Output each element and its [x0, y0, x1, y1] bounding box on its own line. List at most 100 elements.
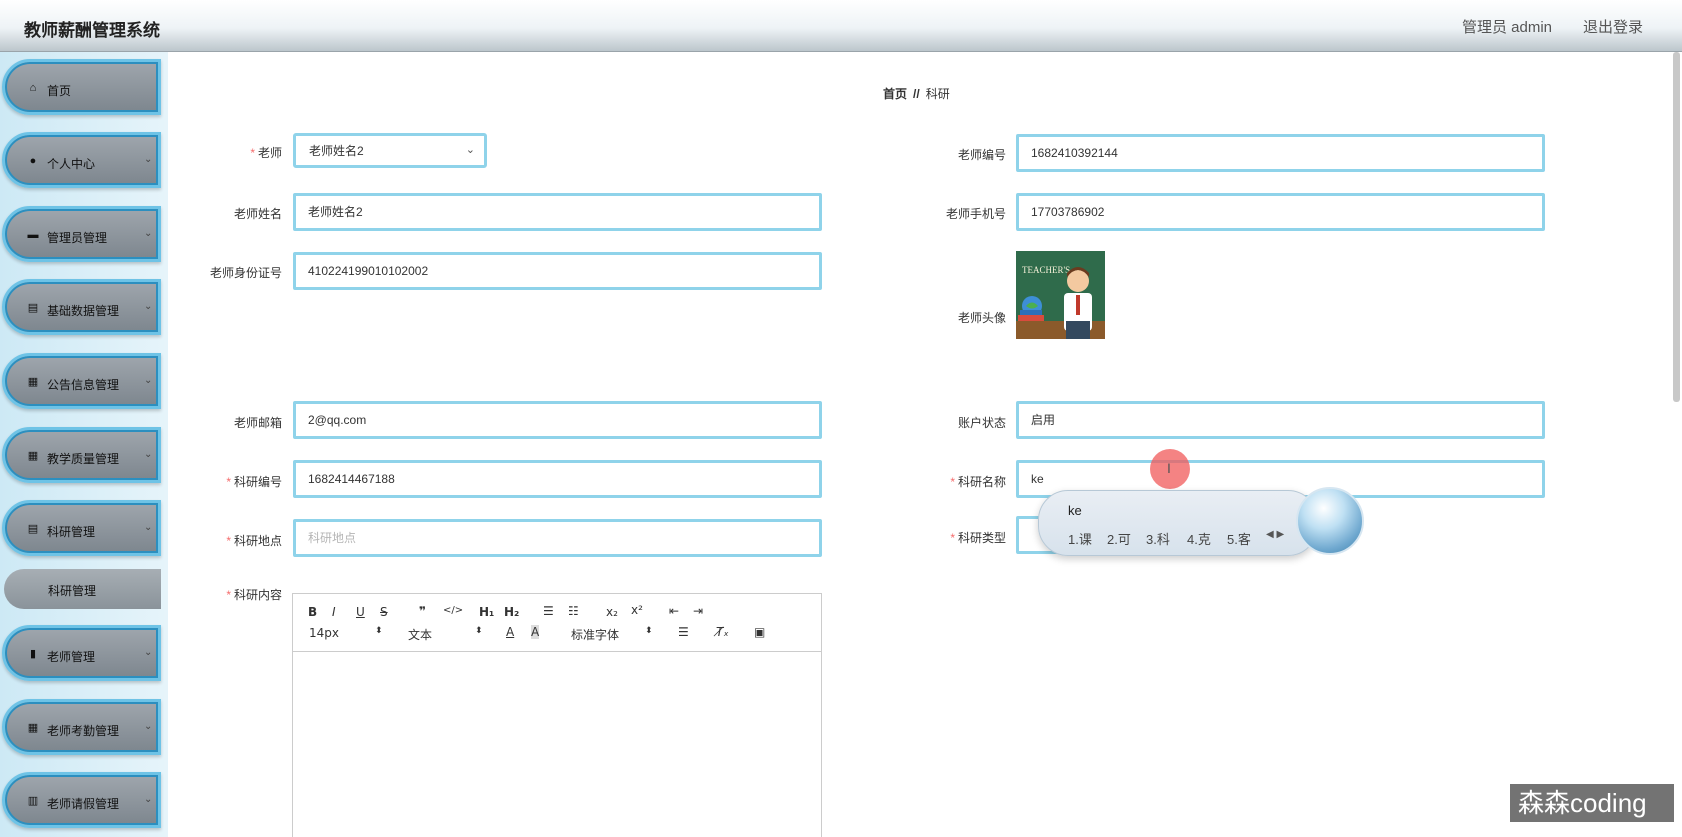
bold-icon[interactable]: B — [308, 605, 317, 619]
chevron-down-icon: ⌄ — [144, 721, 153, 732]
sidebar-item-personal-center[interactable]: ● 个人中心 ⌄ — [2, 132, 161, 188]
sidebar-item-label: 教学质量管理 — [47, 452, 120, 466]
heading2-icon[interactable]: H₂ — [504, 605, 519, 619]
font-family-select[interactable]: 标准字体 — [571, 626, 619, 643]
grid-icon: ▦ — [27, 376, 39, 388]
strike-icon[interactable]: S — [380, 605, 388, 619]
superscript-icon[interactable]: x² — [631, 603, 643, 617]
account-status-field[interactable]: 启用 — [1016, 401, 1545, 439]
teacher-email-field[interactable]: 2@qq.com — [293, 401, 822, 439]
editor-toolbar: B I U S ❞ </> H₁ H₂ ☰ ☷ x₂ x² ⇤ ⇥ 14px ⬍… — [293, 594, 821, 652]
research-type-label: * 科研类型 — [950, 531, 1006, 545]
background-color-icon[interactable]: A — [531, 625, 540, 639]
research-content-editor[interactable]: B I U S ❞ </> H₁ H₂ ☰ ☷ x₂ x² ⇤ ⇥ 14px ⬍… — [292, 593, 822, 837]
teacher-name-label: 老师姓名 — [233, 207, 282, 221]
teacher-phone-field[interactable]: 17703786902 — [1016, 193, 1545, 231]
ime-logo-icon — [1296, 487, 1364, 555]
svg-text:TEACHER'S: TEACHER'S — [1022, 265, 1070, 275]
top-header: 教师薪酬管理系统 管理员 admin 退出登录 — [0, 0, 1682, 52]
code-icon[interactable]: </> — [443, 605, 463, 616]
teacher-id-field[interactable]: 410224199010102002 — [293, 252, 822, 290]
blockquote-icon[interactable]: ❞ — [419, 604, 426, 618]
ime-panel: ke 1.课 2.可 3.科 4.克 5.客 ◀ ▶ — [1038, 490, 1318, 556]
vertical-scrollbar[interactable] — [1673, 52, 1680, 402]
briefcase-icon: ▬ — [27, 229, 39, 241]
research-name-label: * 科研名称 — [950, 475, 1006, 489]
research-no-field[interactable]: 1682414467188 — [293, 460, 822, 498]
sidebar-item-label: 老师请假管理 — [47, 797, 120, 811]
sidebar-item-attendance[interactable]: ▦ 老师考勤管理 ⌄ — [2, 699, 161, 755]
sidebar-item-teacher-management[interactable]: ▮ 老师管理 ⌄ — [2, 625, 161, 681]
teacher-select[interactable]: 老师姓名2 ⌄ — [293, 133, 487, 168]
font-size-select[interactable]: 14px — [309, 626, 339, 640]
sidebar-item-basic-data[interactable]: ▤ 基础数据管理 ⌄ — [2, 279, 161, 335]
teacher-select-value: 老师姓名2 — [309, 144, 364, 158]
clear-format-icon[interactable]: T̸ₓ — [716, 625, 729, 639]
chevron-down-icon: ⌄ — [144, 228, 153, 239]
chevron-updown-icon: ⬍ — [645, 626, 653, 636]
sidebar-item-label: 首页 — [47, 84, 72, 98]
ime-candidate[interactable]: 2.可 — [1107, 529, 1131, 548]
outdent-icon[interactable]: ⇤ — [669, 604, 679, 618]
chevron-down-icon: ⌄ — [144, 301, 153, 312]
sidebar-item-home[interactable]: ⌂ 首页 — [2, 59, 161, 115]
breadcrumb-current: 科研 — [925, 87, 950, 101]
sidebar-item-research[interactable]: ▤ 科研管理 ⌄ — [2, 500, 161, 556]
ime-candidate[interactable]: 5.客 — [1227, 529, 1251, 548]
indent-icon[interactable]: ⇥ — [693, 604, 703, 618]
heading1-icon[interactable]: H₁ — [479, 605, 494, 619]
teacher-phone-label: 老师手机号 — [945, 207, 1006, 221]
research-no-label: * 科研编号 — [226, 475, 282, 489]
align-icon[interactable]: ☰ — [678, 625, 689, 639]
sidebar-item-label: 老师管理 — [47, 650, 96, 664]
sidebar-item-label: 个人中心 — [47, 157, 96, 171]
ime-candidate-popup: ke 1.课 2.可 3.科 4.克 5.客 ◀ ▶ — [1038, 487, 1364, 558]
ime-candidate[interactable]: 4.克 — [1187, 529, 1211, 548]
ime-candidate[interactable]: 3.科 — [1146, 529, 1170, 548]
logout-link[interactable]: 退出登录 — [1583, 16, 1643, 37]
subscript-icon[interactable]: x₂ — [606, 605, 618, 619]
italic-icon[interactable]: I — [332, 605, 336, 619]
teacher-avatar-image[interactable]: TEACHER'S — [1016, 251, 1105, 339]
sidebar-item-label: 管理员管理 — [47, 231, 108, 245]
font-color-icon[interactable]: A — [506, 625, 514, 639]
sidebar-item-admin-management[interactable]: ▬ 管理员管理 ⌄ — [2, 206, 161, 262]
breadcrumb-separator: // — [913, 87, 920, 101]
sidebar-item-leave[interactable]: ▥ 老师请假管理 ⌄ — [2, 772, 161, 828]
clipboard-icon: ▤ — [27, 302, 39, 314]
sidebar-item-teaching-quality[interactable]: ▦ 教学质量管理 ⌄ — [2, 427, 161, 483]
teacher-name-field[interactable]: 老师姓名2 — [293, 193, 822, 231]
chevron-down-icon: ⌄ — [144, 647, 153, 658]
chevron-down-icon: ⌄ — [144, 375, 153, 386]
teacher-no-label: 老师编号 — [957, 148, 1006, 162]
current-user: 管理员 admin — [1462, 19, 1553, 36]
image-icon[interactable]: ▣ — [754, 625, 765, 639]
ime-candidate[interactable]: 1.课 — [1068, 529, 1092, 548]
breadcrumb: 首页 // 科研 — [883, 85, 950, 102]
teacher-id-label: 老师身份证号 — [209, 266, 282, 280]
clipboard-icon: ▤ — [27, 523, 39, 535]
chevron-updown-icon: ⬍ — [375, 626, 383, 636]
underline-icon[interactable]: U — [356, 605, 365, 619]
teacher-avatar-label: 老师头像 — [957, 311, 1006, 325]
sidebar: ⌂ 首页 ● 个人中心 ⌄ ▬ 管理员管理 ⌄ ▤ 基础数据管理 ⌄ ▦ 公告信… — [0, 52, 168, 837]
chevron-down-icon: ⌄ — [144, 449, 153, 460]
teacher-no-field[interactable]: 1682410392144 — [1016, 134, 1545, 172]
bullet-list-icon[interactable]: ☷ — [568, 604, 579, 618]
ordered-list-icon[interactable]: ☰ — [543, 604, 554, 618]
teacher-select-label: * 老师 — [250, 146, 282, 160]
app-title: 教师薪酬管理系统 — [24, 21, 160, 40]
research-place-field[interactable]: 科研地点 — [293, 519, 822, 557]
book-icon: ▮ — [29, 648, 37, 660]
grid-icon: ▦ — [27, 450, 39, 462]
ime-page-arrows-icon[interactable]: ◀ ▶ — [1266, 529, 1284, 540]
chevron-down-icon: ⌄ — [144, 794, 153, 805]
bar-chart-icon: ▥ — [27, 795, 39, 807]
text-style-select[interactable]: 文本 — [408, 626, 432, 643]
sidebar-subitem-label: 科研管理 — [48, 584, 97, 598]
breadcrumb-home[interactable]: 首页 — [883, 87, 907, 101]
sidebar-subitem-research-management[interactable]: 科研管理 — [4, 569, 161, 609]
sidebar-item-announcements[interactable]: ▦ 公告信息管理 ⌄ — [2, 353, 161, 409]
research-content-label: * 科研内容 — [226, 588, 282, 602]
watermark: 森森coding — [1510, 784, 1674, 822]
